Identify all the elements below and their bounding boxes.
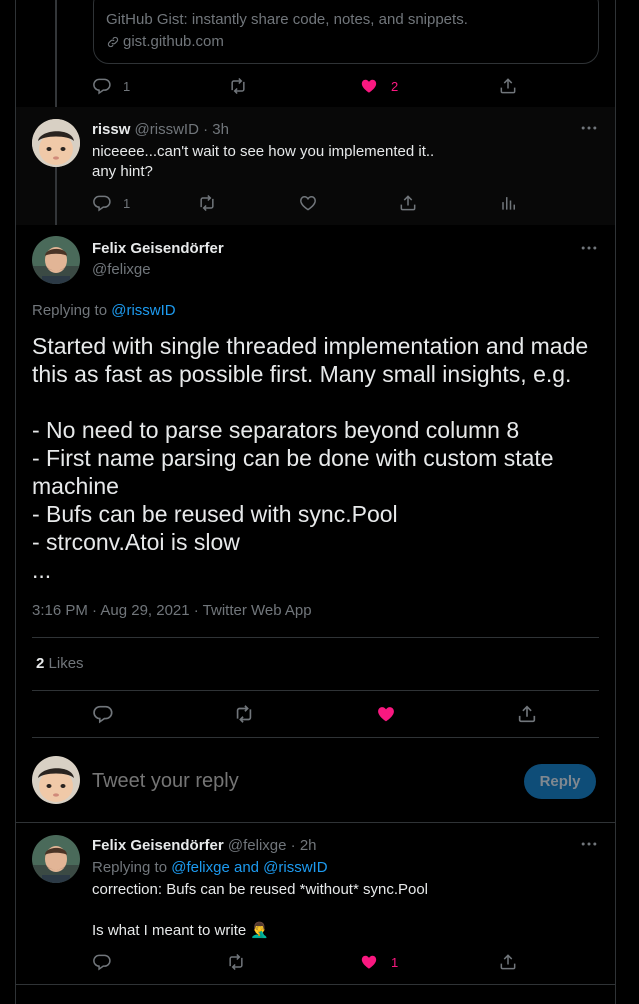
tweet-text-line: correction: Bufs can be reused *without*… <box>92 881 429 898</box>
tweet-text-line: this as fast as possible first. Many sma… <box>32 361 572 387</box>
tweet-time[interactable]: 2h <box>300 837 317 854</box>
thread-line <box>55 165 57 225</box>
reply-icon[interactable] <box>92 76 112 96</box>
tweet-text-line: machine <box>32 473 119 499</box>
likes-label: Likes <box>48 655 84 672</box>
thread-line <box>55 0 57 107</box>
more-icon[interactable] <box>579 834 599 854</box>
like-icon[interactable] <box>359 76 379 96</box>
retweet-icon[interactable] <box>228 76 248 96</box>
likes-stat[interactable]: 2 Likes <box>36 655 84 672</box>
share-icon[interactable] <box>498 952 518 972</box>
tweet-text-line: - strconv.Atoi is slow <box>32 529 240 555</box>
tweet-text-line: - Bufs can be reused with sync.Pool <box>32 501 398 527</box>
reply-icon[interactable] <box>92 703 114 725</box>
reply-count: 1 <box>123 196 131 211</box>
conversation-timeline: GitHub Gist: instantly share code, notes… <box>15 0 616 1004</box>
tweet-header: Felix Geisendörfer @felixge · 2h <box>92 837 317 854</box>
replying-to-label: Replying to <box>92 859 168 876</box>
like-icon[interactable] <box>359 952 379 972</box>
share-icon[interactable] <box>398 193 418 213</box>
divider <box>32 637 599 638</box>
reply-count: 1 <box>123 79 131 94</box>
replying-to-link[interactable]: @risswID <box>111 302 175 319</box>
tweet-text-line: - First name parsing can be done with cu… <box>32 445 554 471</box>
reply-icon[interactable] <box>92 193 112 213</box>
reply-button-label: Reply <box>539 773 581 790</box>
separator-dot: · <box>290 837 296 854</box>
tweet-timestamp[interactable]: 3:16 PM · Aug 29, 2021 · Twitter Web App <box>32 602 312 619</box>
tweet-header: rissw @risswID · 3h <box>92 121 229 138</box>
divider <box>32 690 599 691</box>
author-name[interactable]: rissw <box>92 121 130 138</box>
link-card[interactable] <box>93 0 599 64</box>
tweet-time[interactable]: 3h <box>212 121 229 138</box>
replying-to-link[interactable]: @felixge and @risswID <box>171 859 327 876</box>
avatar[interactable] <box>32 236 80 284</box>
author-name[interactable]: Felix Geisendörfer <box>92 837 224 854</box>
main-tweet-text: Started with single threaded implementat… <box>32 332 607 584</box>
analytics-icon[interactable] <box>498 193 518 213</box>
link-card-title: GitHub Gist: instantly share code, notes… <box>106 11 468 28</box>
like-count: 2 <box>391 79 399 94</box>
avatar[interactable] <box>32 835 80 883</box>
author-handle[interactable]: @felixge <box>228 837 287 854</box>
reply-button[interactable]: Reply <box>524 764 596 799</box>
avatar[interactable] <box>32 756 80 804</box>
tweet-text-line: niceeee...can't wait to see how you impl… <box>92 143 435 160</box>
share-icon[interactable] <box>516 703 538 725</box>
replying-to: Replying to @felixge and @risswID <box>92 859 328 876</box>
avatar[interactable] <box>32 119 80 167</box>
replying-to: Replying to @risswID <box>32 302 176 319</box>
reply-icon[interactable] <box>92 952 112 972</box>
like-count: 1 <box>391 955 399 970</box>
divider <box>16 984 615 985</box>
divider <box>32 737 599 738</box>
like-icon[interactable] <box>375 703 397 725</box>
retweet-icon[interactable] <box>233 703 255 725</box>
tweet-text-line: any hint? <box>92 163 153 180</box>
share-icon[interactable] <box>498 76 518 96</box>
tweet-text-line: ... <box>32 557 52 583</box>
link-card-domain: gist.github.com <box>123 33 224 50</box>
more-icon[interactable] <box>579 118 599 138</box>
retweet-icon[interactable] <box>226 952 246 972</box>
replying-to-label: Replying to <box>32 302 108 319</box>
like-icon[interactable] <box>298 193 318 213</box>
tweet-text-line: Started with single threaded implementat… <box>32 333 589 359</box>
reply-input[interactable] <box>92 764 512 798</box>
author-name[interactable]: Felix Geisendörfer <box>92 240 224 257</box>
retweet-icon[interactable] <box>197 193 217 213</box>
likes-count: 2 <box>36 655 45 672</box>
link-icon <box>106 35 120 49</box>
separator-dot: · <box>203 121 209 138</box>
divider <box>16 822 615 823</box>
link-card-domain-row: gist.github.com <box>106 33 224 50</box>
more-icon[interactable] <box>579 238 599 258</box>
author-handle[interactable]: @risswID <box>135 121 199 138</box>
tweet-text-line: - No need to parse separators beyond col… <box>32 417 520 443</box>
tweet-text-line: Is what I meant to write 🤦‍♂️ <box>92 922 270 939</box>
author-handle[interactable]: @felixge <box>92 261 151 278</box>
